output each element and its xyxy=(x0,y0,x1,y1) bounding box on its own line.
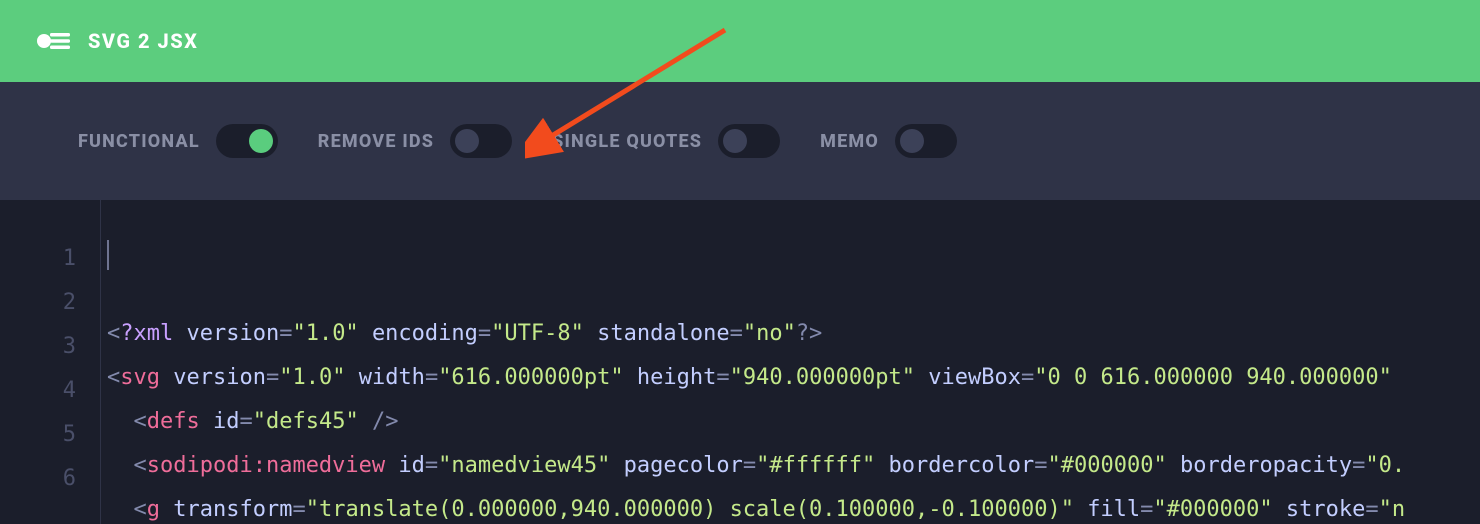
option-single-quotes: SINGLE QUOTES xyxy=(552,124,780,158)
option-single-quotes-toggle[interactable] xyxy=(718,124,780,158)
app-header: SVG 2 JSX xyxy=(0,0,1480,82)
app-logo-icon xyxy=(36,30,70,52)
code-line[interactable]: <svg version="1.0" width="616.000000pt" … xyxy=(107,356,1480,400)
option-memo-toggle[interactable] xyxy=(895,124,957,158)
line-number: 1 xyxy=(0,237,76,281)
option-single-quotes-label: SINGLE QUOTES xyxy=(552,131,702,152)
code-line[interactable]: <g transform="translate(0.000000,940.000… xyxy=(107,488,1480,524)
editor-code-pane[interactable]: <?xml version="1.0" encoding="UTF-8" sta… xyxy=(100,200,1480,524)
options-toolbar: FUNCTIONAL REMOVE IDS SINGLE QUOTES MEMO xyxy=(0,82,1480,200)
option-remove-ids-label: REMOVE IDS xyxy=(318,131,434,152)
option-remove-ids-toggle[interactable] xyxy=(450,124,512,158)
option-functional-label: FUNCTIONAL xyxy=(78,131,200,152)
option-memo-label: MEMO xyxy=(820,131,879,152)
line-number: 4 xyxy=(0,369,76,413)
editor-caret-icon xyxy=(107,240,109,270)
line-number: 6 xyxy=(0,457,76,501)
code-editor[interactable]: 1 2 3 4 5 6 <?xml version="1.0" encoding… xyxy=(0,200,1480,524)
line-number: 5 xyxy=(0,413,76,457)
option-functional: FUNCTIONAL xyxy=(78,124,278,158)
editor-gutter: 1 2 3 4 5 6 xyxy=(0,200,100,524)
option-remove-ids: REMOVE IDS xyxy=(318,124,512,158)
line-number: 3 xyxy=(0,325,76,369)
line-number: 2 xyxy=(0,281,76,325)
code-line[interactable]: <?xml version="1.0" encoding="UTF-8" sta… xyxy=(107,312,1480,356)
option-functional-toggle[interactable] xyxy=(216,124,278,158)
code-line[interactable]: <sodipodi:namedview id="namedview45" pag… xyxy=(107,444,1480,488)
app-title: SVG 2 JSX xyxy=(88,29,198,53)
option-memo: MEMO xyxy=(820,124,957,158)
code-line[interactable]: <defs id="defs45" /> xyxy=(107,400,1480,444)
